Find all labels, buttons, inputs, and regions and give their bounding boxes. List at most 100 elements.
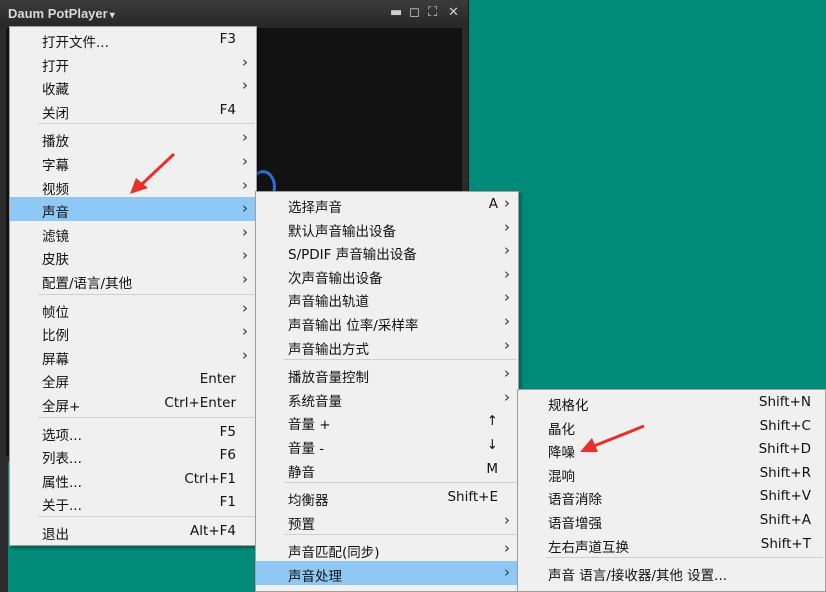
menu-item-fullscreen-plus[interactable]: 全屏+ Ctrl+Enter [10, 391, 256, 415]
chevron-right-icon: › [504, 241, 510, 260]
menu-item-output-track[interactable]: 声音输出轨道 › [256, 286, 518, 310]
menu-item-label: 播放 [42, 134, 69, 151]
menu-item-shortcut: Alt+F4 [190, 522, 236, 539]
chevron-right-icon: › [504, 217, 510, 236]
menu-item-label: 播放音量控制 [288, 370, 369, 387]
menu-item-playback[interactable]: 播放 › [10, 126, 256, 150]
fullscreen-icon[interactable]: ⛶ [428, 5, 437, 21]
menu-item-exit[interactable]: 退出 Alt+F4 [10, 519, 256, 543]
menu-item-open[interactable]: 打开 › [10, 51, 256, 75]
menu-item-label: 关于... [42, 498, 82, 515]
menu-item-select-audio[interactable]: 选择声音 A › [256, 192, 518, 216]
menu-item-label: 打开文件... [42, 35, 109, 51]
menu-item-shortcut: Ctrl+F1 [184, 470, 236, 487]
menu-item-playback-volume-control[interactable]: 播放音量控制 › [256, 362, 518, 386]
menu-item-label: 均衡器 [288, 493, 329, 510]
menu-item-mute[interactable]: 静音 M [256, 457, 518, 481]
chevron-right-icon: › [242, 246, 248, 265]
menu-item-shortcut: F6 [219, 447, 236, 464]
menu-item-audio[interactable]: 声音 › [10, 197, 256, 221]
menu-item-ratio[interactable]: 比例 › [10, 320, 256, 344]
menu-item-skins[interactable]: 皮肤 › [10, 244, 256, 268]
menu-item-label: 声音输出 位率/采样率 [288, 317, 419, 334]
menu-item-shortcut: Ctrl+Enter [164, 394, 236, 411]
menu-item-shortcut: M [486, 460, 498, 477]
menu-item-noise-reduction[interactable]: 降噪 Shift+D [518, 437, 825, 461]
menu-item-voice-removal[interactable]: 语音消除 Shift+V [518, 484, 825, 508]
menu-item-label: S/PDIF 声音输出设备 [288, 247, 417, 264]
minimize-icon[interactable]: ▬ [390, 5, 402, 21]
menu-item-video[interactable]: 视频 › [10, 174, 256, 198]
menu-item-label: 混响 [548, 468, 575, 485]
menu-item-crystalize[interactable]: 晶化 Shift+C [518, 414, 825, 438]
chevron-right-icon: › [242, 298, 248, 317]
menu-item-label: 晶化 [548, 421, 575, 438]
chevron-right-icon: › [504, 311, 510, 330]
chevron-right-icon: › [242, 322, 248, 341]
menu-item-shortcut: Shift+E [447, 489, 498, 506]
menu-item-filters[interactable]: 滤镜 › [10, 221, 256, 245]
menu-item-audio-processing[interactable]: 声音处理 › [256, 560, 518, 585]
chevron-right-icon: › [504, 510, 510, 529]
menu-item-label: 规格化 [548, 398, 589, 414]
menu-item-swap-channels[interactable]: 左右声道互换 Shift+T [518, 532, 825, 556]
menu-item-audio-sync[interactable]: 声音匹配(同步) › [256, 537, 518, 561]
menu-item-subtitles[interactable]: 字幕 › [10, 150, 256, 174]
menu-item-voice-enhance[interactable]: 语音增强 Shift+A [518, 508, 825, 532]
menu-item-shortcut: F4 [219, 101, 236, 118]
menu-item-reverb[interactable]: 混响 Shift+R [518, 461, 825, 485]
chevron-right-icon: › [504, 194, 510, 212]
menu-item-close[interactable]: 关闭 F4 [10, 98, 256, 122]
menu-item-label: 语音消除 [548, 492, 602, 509]
title-bar[interactable]: Daum PotPlayer ▾ ▬ ◻ ⛶ ✕ [0, 0, 468, 28]
menu-item-open-file[interactable]: 打开文件... F3 [10, 27, 256, 51]
menu-item-label: 列表... [42, 451, 82, 468]
main-context-menu: 打开文件... F3 打开 › 收藏 › 关闭 F4 播放 › 字幕 › 视频 › 声音 › 滤… [9, 26, 257, 546]
menu-item-shortcut: Shift+V [759, 488, 811, 505]
chevron-right-icon: › [242, 128, 248, 147]
chevron-right-icon: › [504, 539, 510, 558]
menu-item-favorites[interactable]: 收藏 › [10, 74, 256, 98]
menu-item-label: 音量 + [288, 417, 331, 434]
menu-item-label: 默认声音输出设备 [288, 223, 396, 240]
menu-item-output-mode[interactable]: 声音输出方式 › [256, 334, 518, 358]
menu-item-normalize[interactable]: 规格化 Shift+N [518, 390, 825, 414]
menu-item-playlist[interactable]: 列表... F6 [10, 443, 256, 467]
menu-item-label: 声音处理 [288, 568, 342, 585]
chevron-right-icon: › [504, 335, 510, 354]
audio-processing-submenu: 规格化 Shift+N 晶化 Shift+C 降噪 Shift+D 混响 Shift+R… [517, 389, 826, 592]
menu-item-options[interactable]: 选项... F5 [10, 420, 256, 444]
menu-item-output-bitrate-samplerate[interactable]: 声音输出 位率/采样率 › [256, 310, 518, 334]
menu-item-presets[interactable]: 预置 › [256, 509, 518, 533]
chevron-right-icon: › [242, 345, 248, 364]
menu-item-default-output-device[interactable]: 默认声音输出设备 › [256, 216, 518, 240]
menu-item-config-language[interactable]: 配置/语言/其他 › [10, 268, 256, 292]
menu-item-fullscreen[interactable]: 全屏 Enter [10, 367, 256, 391]
menu-item-volume-up[interactable]: 音量 + ↑ [256, 409, 518, 433]
menu-item-audio-settings[interactable]: 声音 语言/接收器/其他 设置... [518, 560, 825, 584]
chevron-right-icon: › [242, 151, 248, 170]
menu-item-spdif-output-device[interactable]: S/PDIF 声音输出设备 › [256, 239, 518, 263]
menu-item-shortcut: Shift+A [759, 511, 811, 528]
menu-item-about[interactable]: 关于... F1 [10, 490, 256, 514]
menu-item-volume-down[interactable]: 音量 - ↓ [256, 433, 518, 457]
menu-item-properties[interactable]: 属性... Ctrl+F1 [10, 467, 256, 491]
menu-item-label: 屏幕 [42, 351, 69, 368]
menu-item-label: 音量 - [288, 440, 325, 457]
restore-icon[interactable]: ◻ [409, 5, 420, 21]
chevron-right-icon: › [504, 364, 510, 383]
app-title-button[interactable]: Daum PotPlayer ▾ [8, 6, 115, 21]
menu-item-label: 滤镜 [42, 228, 69, 245]
chevron-right-icon: › [242, 52, 248, 71]
menu-item-system-volume[interactable]: 系统音量 › [256, 386, 518, 410]
menu-item-label: 声音输出方式 [288, 341, 369, 358]
menu-item-label: 帧位 [42, 304, 69, 321]
close-icon[interactable]: ✕ [448, 5, 459, 21]
menu-item-equalizer[interactable]: 均衡器 Shift+E [256, 485, 518, 509]
menu-item-shortcut: Shift+C [759, 417, 811, 434]
menu-item-label: 收藏 [42, 82, 69, 99]
menu-item-screen[interactable]: 屏幕 › [10, 344, 256, 368]
menu-item-frame[interactable]: 帧位 › [10, 297, 256, 321]
menu-item-secondary-output-device[interactable]: 次声音输出设备 › [256, 263, 518, 287]
menu-item-label: 皮肤 [42, 252, 69, 269]
